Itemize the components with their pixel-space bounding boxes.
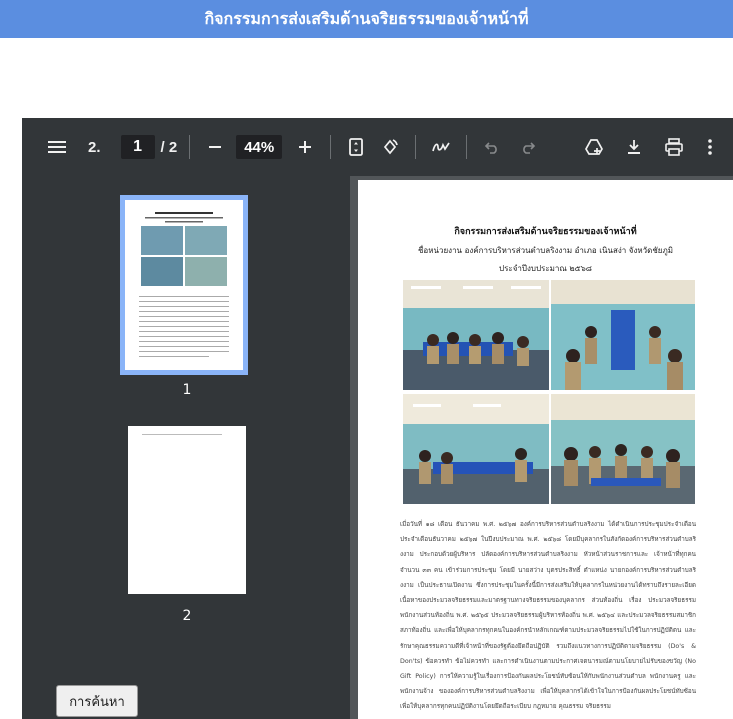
undo-icon[interactable] [479,134,505,160]
page-number-input[interactable]: 1 [120,135,155,159]
document-body-text: เมื่อวันที่ ๑๘ เดือน ธันวาคม พ.ศ. ๒๕๖๗ อ… [400,521,696,711]
thumbnail-sidebar: 1 2 [22,176,350,719]
document-page: กิจกรรมการส่งเสริมด้านจริยธรรมของเจ้าหน้… [358,180,733,719]
pdf-toolbar: 2. 1 / 2 44% [22,118,733,176]
pdf-viewer: 2. 1 / 2 44% 1 2 กิจกรรมการส่งเสริมด้านจ… [22,118,733,719]
meeting-photo [551,394,695,504]
agency-line: ชื่อหน่วยงาน องค์การบริหารส่วนตำบลริงงาม… [418,246,673,255]
search-button[interactable]: การค้นหา [56,685,138,717]
page-banner: กิจกรรมการส่งเสริมด้านจริยธรรมของเจ้าหน้… [0,0,733,38]
fit-page-icon[interactable] [343,134,369,160]
zoom-level-input[interactable]: 44% [236,135,283,159]
download-icon[interactable] [621,134,647,160]
fiscal-year-line: ประจำปีงบประมาณ ๒๕๖๘ [499,264,592,273]
toolbar-divider [330,135,332,159]
zoom-out-icon[interactable] [202,134,228,160]
document-title-text: กิจกรรมการส่งเสริมด้านจริยธรรมของเจ้าหน้… [454,227,637,237]
print-icon[interactable] [661,134,687,160]
annotate-icon[interactable] [428,134,454,160]
more-icon[interactable] [697,134,723,160]
toolbar-divider [415,135,417,159]
banner-title: กิจกรรมการส่งเสริมด้านจริยธรรมของเจ้าหน้… [204,8,529,28]
thumbnail-page-2[interactable] [128,426,246,594]
document-title: 2. [88,138,101,156]
meeting-photo [403,394,549,504]
thumbnail-label: 2 [182,608,192,624]
redo-icon[interactable] [515,134,541,160]
meeting-photo [551,280,695,390]
page-count: / 2 [160,138,178,156]
drive-icon[interactable] [581,134,607,160]
zoom-in-icon[interactable] [292,134,318,160]
rotate-icon[interactable] [377,134,403,160]
menu-icon[interactable] [44,134,70,160]
document-view[interactable]: กิจกรรมการส่งเสริมด้านจริยธรรมของเจ้าหน้… [358,176,733,719]
toolbar-divider [189,135,191,159]
meeting-photo [403,280,549,390]
thumbnail-label: 1 [182,382,192,398]
thumbnail-page-1[interactable] [120,195,248,375]
toolbar-divider [466,135,468,159]
